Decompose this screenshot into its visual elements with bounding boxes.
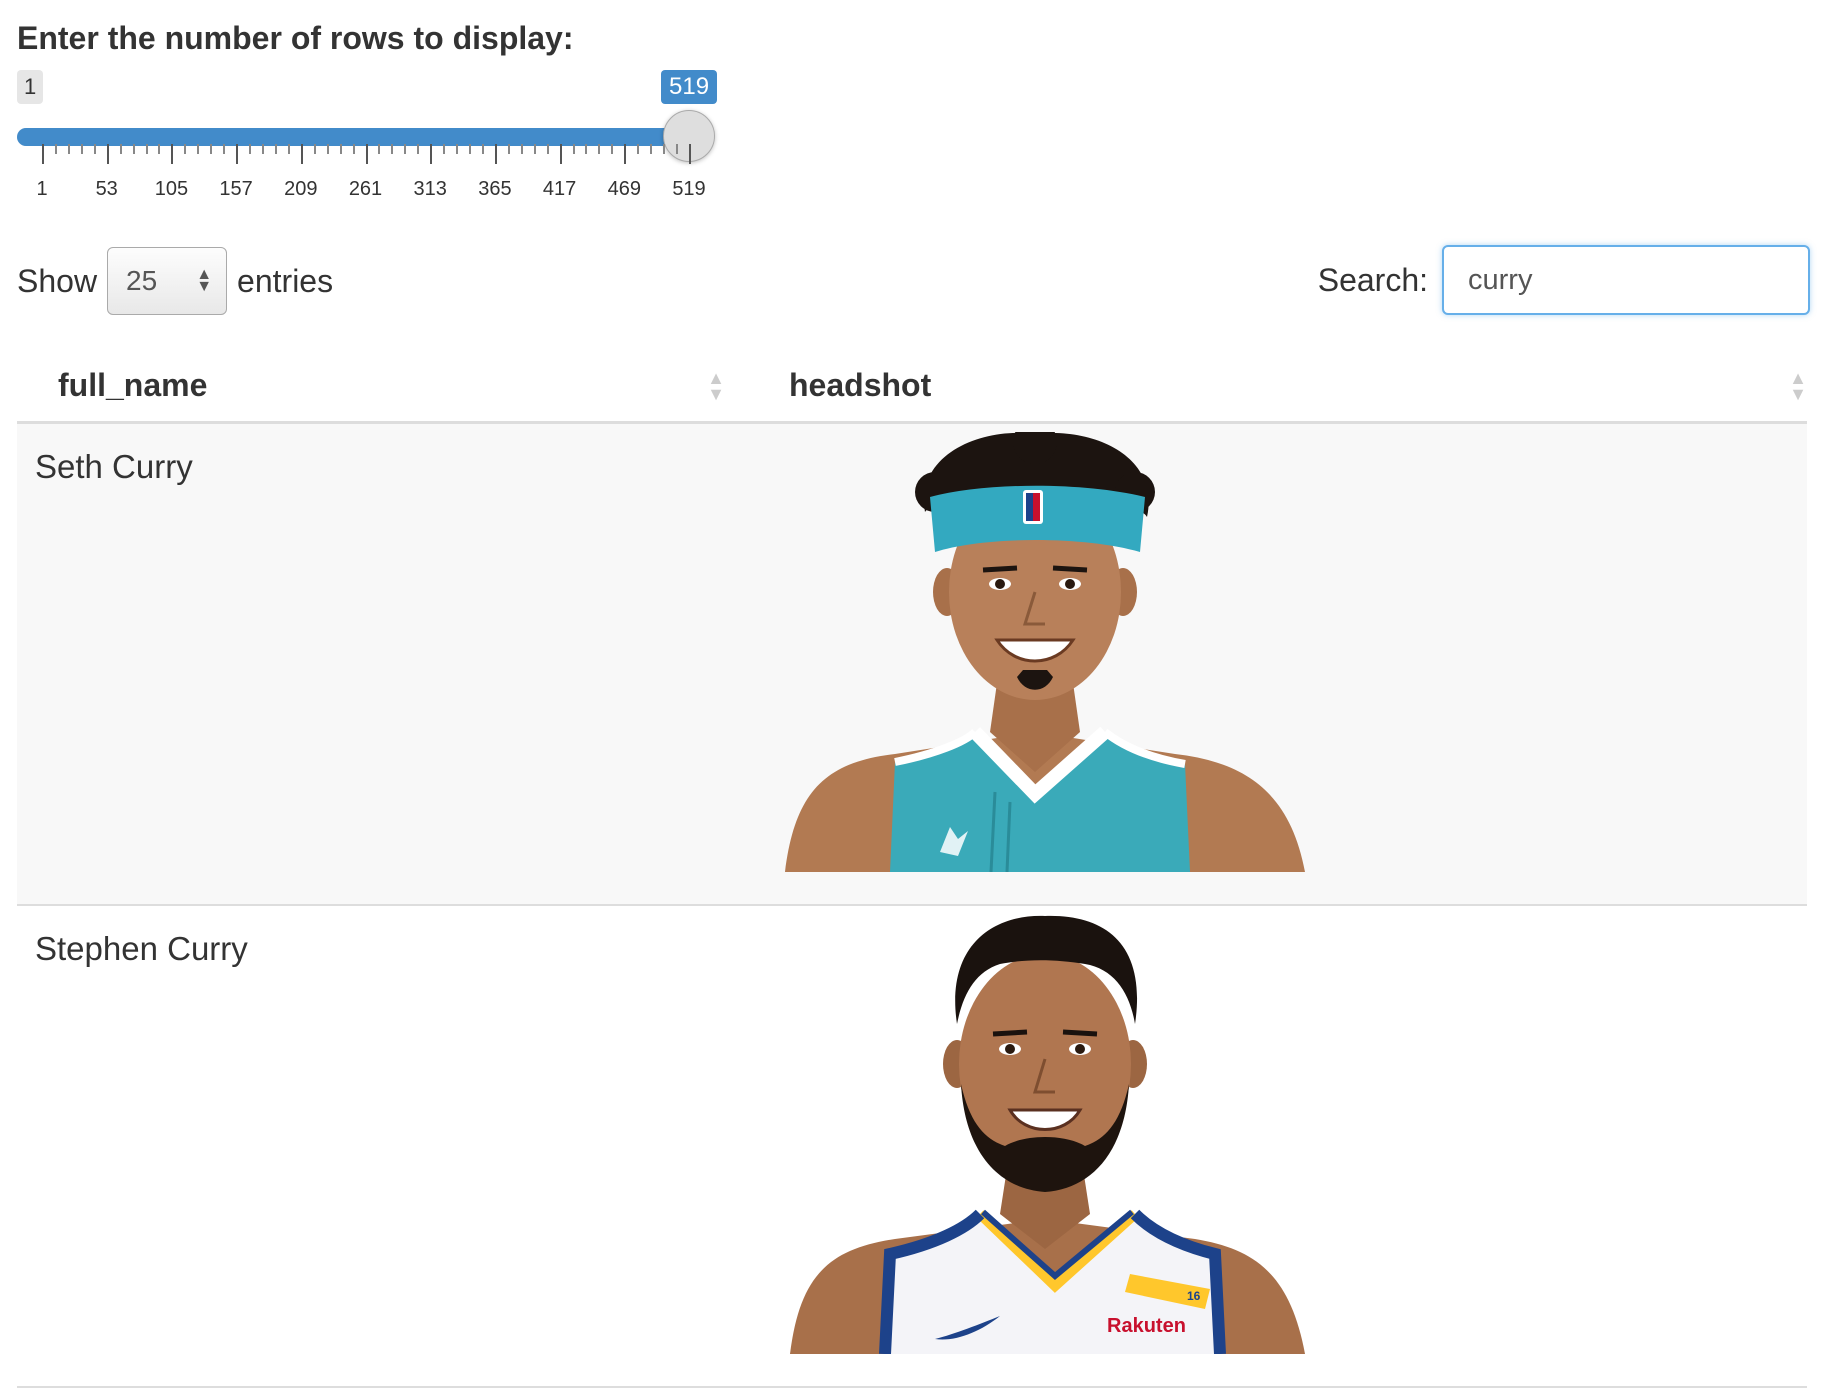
slider-tick-label: 261 (348, 178, 383, 200)
slider-tick (559, 144, 562, 164)
slider-minor-tick (313, 144, 316, 154)
slider-minor-tick (145, 144, 148, 154)
slider-minor-tick (585, 144, 588, 154)
slider-minor-tick (391, 144, 394, 154)
slider-minor-tick (339, 144, 342, 154)
slider-tick (624, 144, 627, 164)
slider-minor-tick (637, 144, 640, 154)
slider-tick-label: 209 (284, 178, 318, 200)
slider-tick (300, 144, 303, 164)
slider-tick-label: 157 (219, 178, 253, 200)
slider-minor-tick (352, 144, 355, 154)
slider-minor-tick (481, 144, 484, 154)
column-header-headshot[interactable]: headshot ▲ ▼ (747, 350, 1807, 421)
slider-tick-label: 365 (478, 178, 512, 200)
entries-select-value: 25 (126, 265, 158, 296)
slider-minor-tick (650, 144, 653, 154)
slider-minor-tick (469, 144, 472, 154)
cell-stub (747, 1388, 1807, 1394)
cell-full-name: Stephen Curry (35, 930, 248, 967)
column-header-label: headshot (789, 367, 932, 403)
slider-minor-tick (417, 144, 420, 154)
table-row: Seth Curry (17, 424, 1807, 906)
slider-minor-tick (223, 144, 226, 154)
slider-tick (171, 144, 174, 164)
slider-minor-tick (249, 144, 252, 154)
slider-label: Enter the number of rows to display: (17, 20, 574, 56)
slider-minor-tick (546, 144, 549, 154)
slider-tick-label: 1 (36, 178, 48, 200)
slider-minor-tick (158, 144, 161, 154)
slider-minor-tick (184, 144, 187, 154)
search-input[interactable] (1442, 245, 1810, 315)
jersey-number: 16 (1187, 1289, 1201, 1303)
slider-minor-tick (598, 144, 601, 154)
slider-ticks (17, 144, 717, 174)
slider-minor-tick (572, 144, 575, 154)
slider-value-badge: 519 (661, 70, 718, 104)
slider-minor-tick (533, 144, 536, 154)
entries-label: entries (237, 262, 334, 299)
headshot-stephen-curry: 16 Rakuten (790, 915, 1305, 1354)
headshot-seth-curry (785, 432, 1305, 872)
cell-headshot: 16 Rakuten (747, 906, 1807, 1386)
rows-slider[interactable]: 1 519 1 53 105 157 209 261 313 365 417 469 519 (17, 66, 718, 206)
slider-minor-tick (210, 144, 213, 154)
slider-minor-tick (54, 144, 57, 154)
slider-minor-tick (261, 144, 264, 154)
slider-tick-label: 105 (154, 178, 189, 200)
slider-minor-tick (676, 144, 679, 154)
slider-tick (365, 144, 368, 164)
slider-tick (236, 144, 239, 164)
slider-minor-tick (67, 144, 70, 154)
slider-tick-label: 313 (413, 178, 447, 200)
table-row (17, 1388, 1807, 1394)
jersey-sponsor: Rakuten (1107, 1315, 1186, 1337)
sort-icon: ▲ ▼ (707, 367, 725, 404)
slider-minor-tick (378, 144, 381, 154)
slider-minor-tick (132, 144, 135, 154)
slider-tick-label: 417 (542, 178, 577, 200)
slider-tick (494, 144, 497, 164)
slider-minor-tick (93, 144, 96, 154)
slider-min-badge: 1 (17, 70, 44, 104)
cell-stub (17, 1388, 747, 1394)
slider-minor-tick (119, 144, 122, 154)
slider-minor-tick (287, 144, 290, 154)
slider-minor-tick (663, 144, 666, 154)
slider-tick (689, 144, 691, 164)
slider-tick-labels: 1 53 105 157 209 261 313 365 417 469 519 (17, 178, 737, 204)
slider-minor-tick (443, 144, 446, 154)
slider-tick (42, 144, 44, 164)
search-label: Search: (1317, 261, 1428, 298)
slider-tick (430, 144, 433, 164)
length-control: Show 25 ▲ ▼ entries (17, 246, 333, 316)
slider-minor-tick (611, 144, 614, 154)
entries-select[interactable]: 25 ▲ ▼ (107, 247, 228, 315)
slider-tick-label: 469 (607, 178, 641, 200)
table-row: Stephen Curry 16 Rakuten (17, 906, 1807, 1388)
cell-full-name: Seth Curry (35, 448, 193, 485)
slider-minor-tick (197, 144, 200, 154)
slider-tick-label: 519 (672, 178, 706, 200)
slider-minor-tick (520, 144, 523, 154)
show-label: Show (17, 262, 98, 299)
table-header: full_name ▲ ▼ headshot ▲ ▼ (17, 350, 1807, 424)
slider-minor-tick (404, 144, 407, 154)
slider-tick-label: 53 (95, 178, 118, 200)
cell-headshot (747, 424, 1807, 904)
slider-minor-tick (80, 144, 83, 154)
slider-minor-tick (274, 144, 277, 154)
column-header-label: full_name (58, 367, 208, 403)
data-table: full_name ▲ ▼ headshot ▲ ▼ Seth Curry St… (17, 350, 1807, 1394)
sort-icon: ▲ ▼ (1789, 367, 1807, 404)
slider-minor-tick (326, 144, 329, 154)
column-header-full-name[interactable]: full_name ▲ ▼ (17, 350, 747, 421)
slider-minor-tick (456, 144, 459, 154)
slider-tick (106, 144, 109, 164)
slider-minor-tick (507, 144, 510, 154)
select-arrows-icon: ▲ ▼ (196, 266, 213, 295)
search-control: Search: (1318, 244, 1810, 316)
